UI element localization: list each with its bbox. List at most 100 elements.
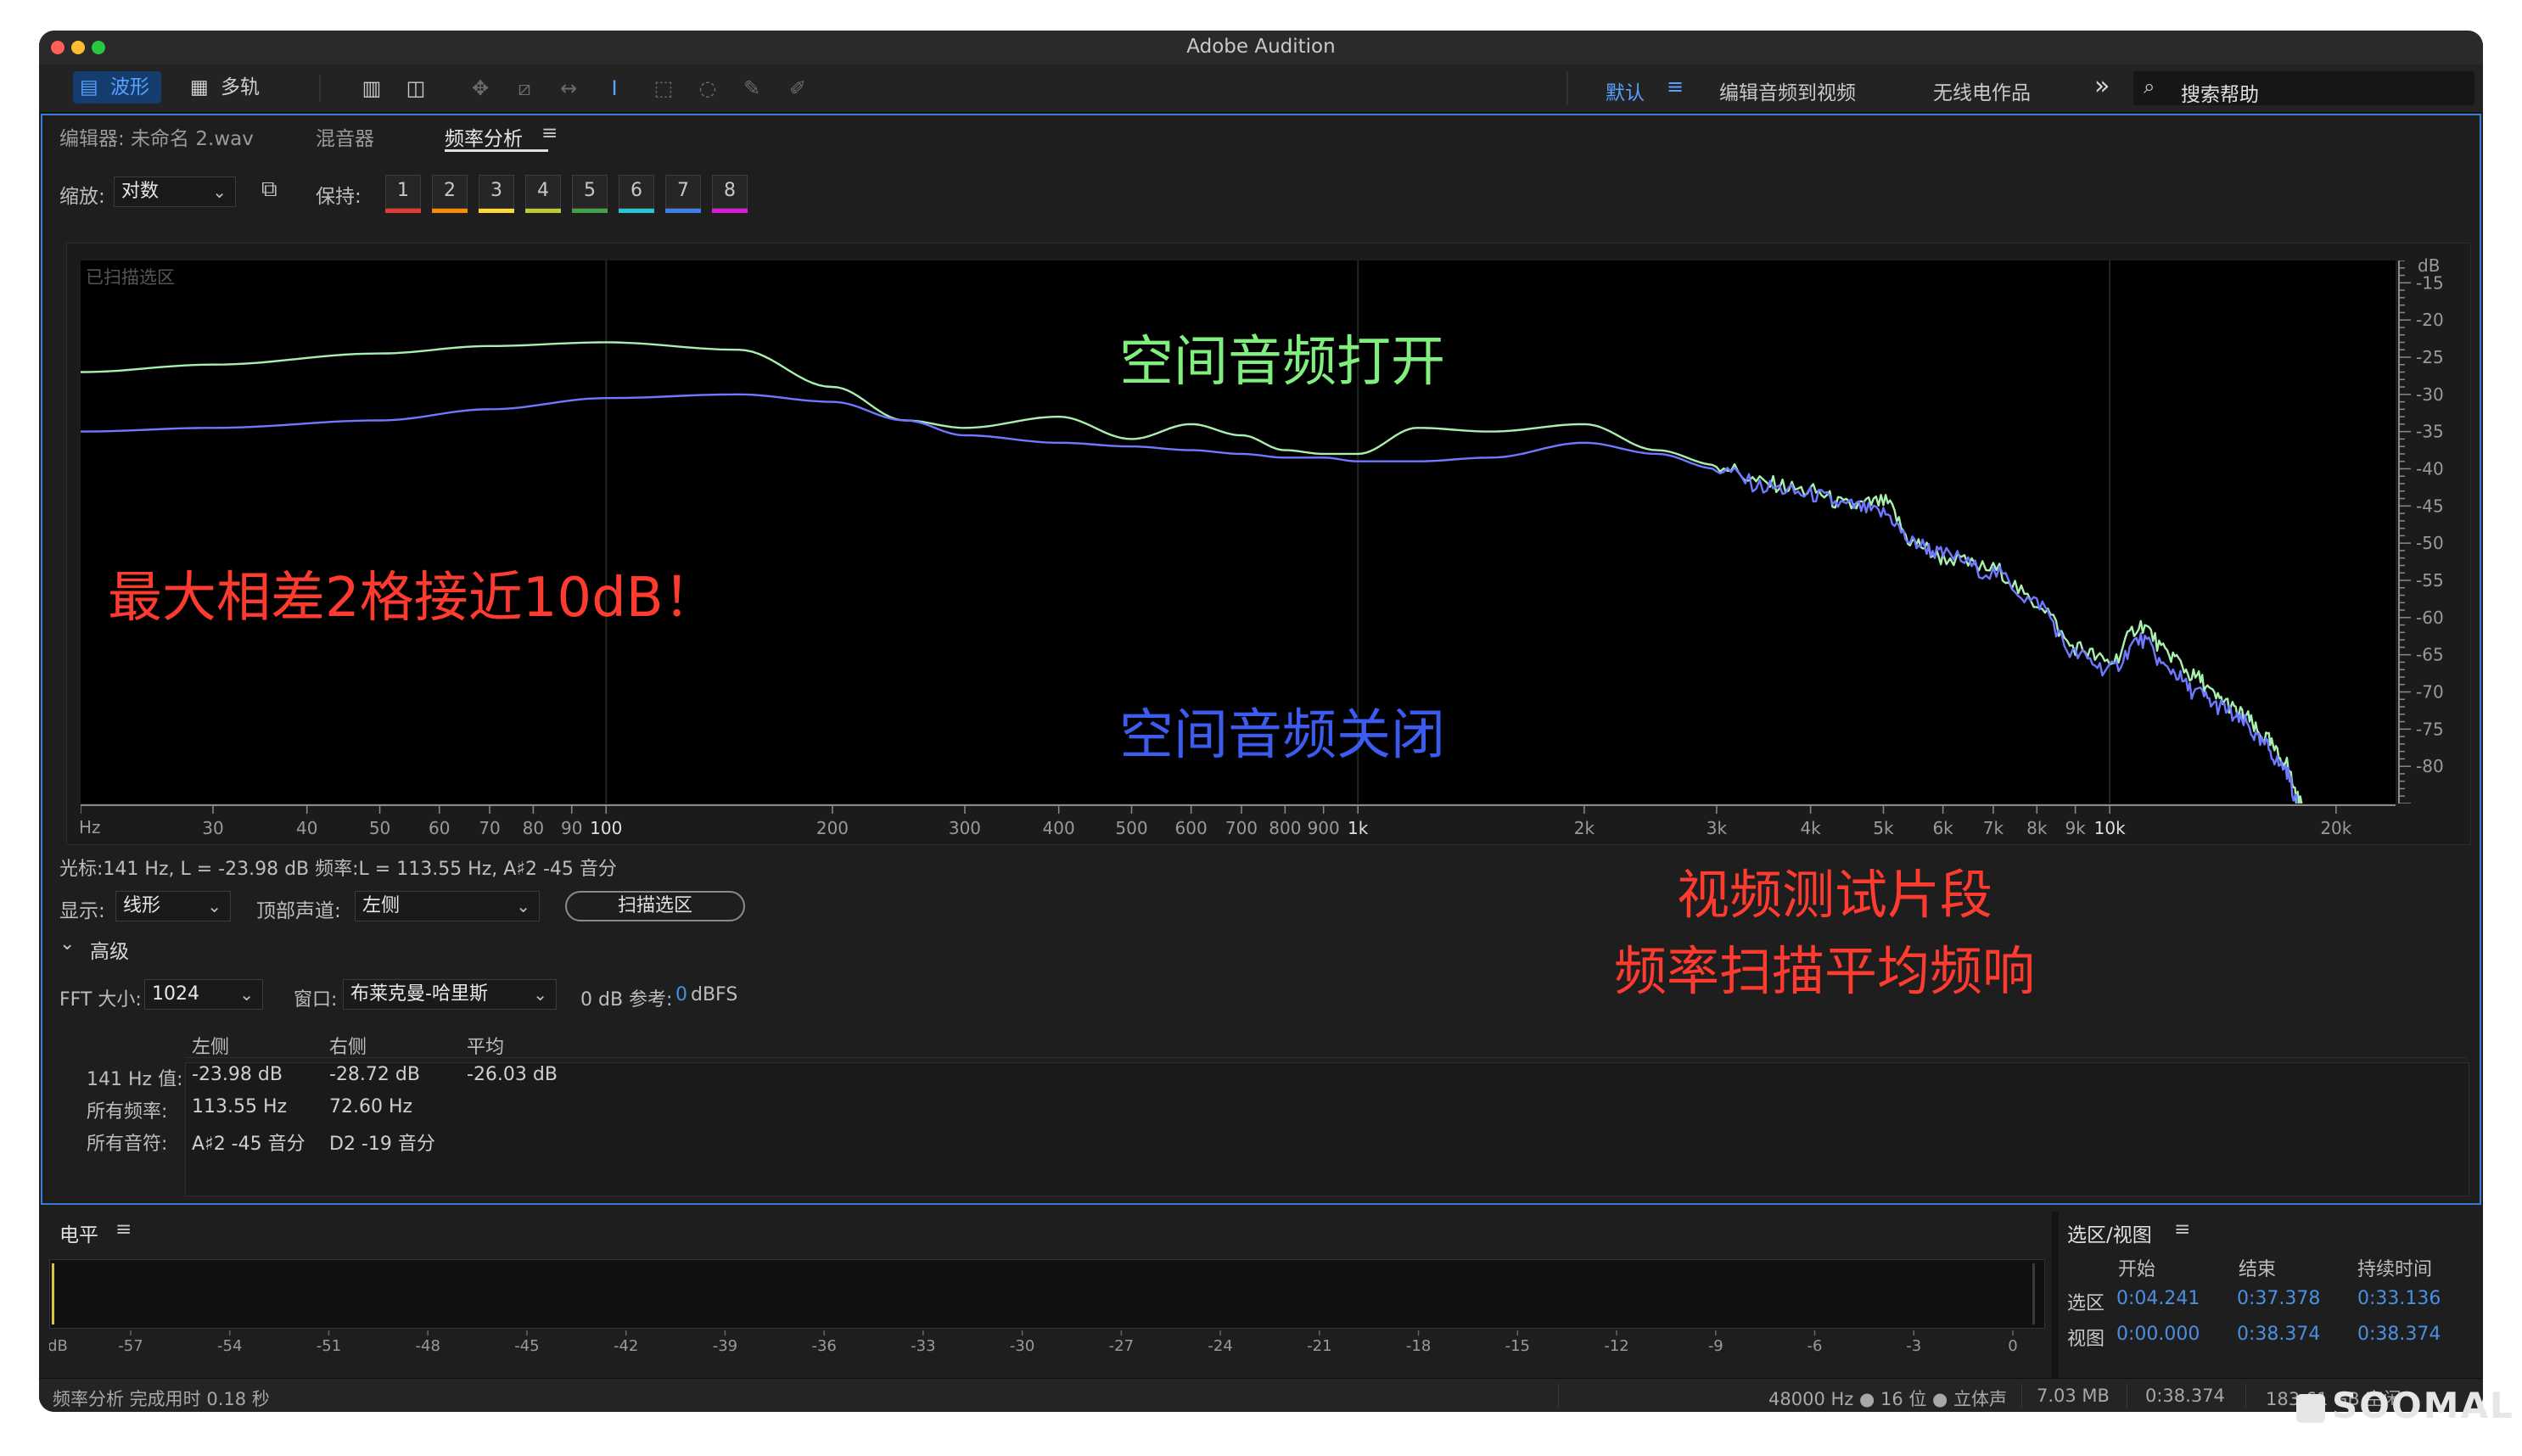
multitrack-view-button[interactable]: ▦ 多轨 xyxy=(183,71,277,104)
selection-time-value[interactable]: 0:00.000 xyxy=(2116,1324,2200,1345)
fft-size-dropdown[interactable]: 1024 ⌄ xyxy=(144,979,263,1010)
frequency-tick-label: 3k xyxy=(1707,818,1728,838)
frequency-tick-label: 30 xyxy=(202,818,223,838)
search-help-input[interactable]: ⌕ 搜索帮助 xyxy=(2133,71,2474,106)
table-header-left: 左侧 xyxy=(192,1037,230,1058)
workspace-menu-icon[interactable]: ≡ xyxy=(1667,75,1684,98)
lasso-tool-icon[interactable]: ◌ xyxy=(696,76,720,100)
selection-time-value[interactable]: 0:33.136 xyxy=(2357,1288,2441,1309)
hold-button-6[interactable]: 6 xyxy=(619,175,654,213)
window-dropdown[interactable]: 布莱克曼-哈里斯 ⌄ xyxy=(343,979,557,1010)
hold-button-4[interactable]: 4 xyxy=(525,175,561,213)
multitrack-label: 多轨 xyxy=(221,76,260,98)
tab-mixer[interactable]: 混音器 xyxy=(316,122,374,151)
frequency-tick-label: 6k xyxy=(1932,818,1953,838)
toolbar-divider xyxy=(1566,71,1568,105)
hold-button-5[interactable]: 5 xyxy=(572,175,608,213)
top-channel-dropdown[interactable]: 左侧 ⌄ xyxy=(355,891,540,921)
window-title: Adobe Audition xyxy=(1186,36,1336,58)
level-scale-svg: dB -57 -54 -51 -48 -45 -42 -39 -36 -33 -30 -27 -24 -2… xyxy=(49,1330,2018,1355)
hold-color-bar xyxy=(432,209,468,213)
selection-view-menu-icon[interactable]: ≡ xyxy=(2174,1218,2190,1240)
level-scale-label: -3 xyxy=(1906,1337,1921,1355)
display-value: 线形 xyxy=(123,895,161,916)
hold-button-1[interactable]: 1 xyxy=(385,175,421,213)
status-message: 频率分析 完成用时 0.18 秒 xyxy=(53,1389,270,1409)
tab-editor[interactable]: 编辑器: 未命名 2.wav xyxy=(59,122,254,151)
spot-healing-tool-icon[interactable]: ✐ xyxy=(786,76,810,100)
workspace-default[interactable]: 默认 xyxy=(1606,76,1645,105)
frequency-tick-label: 7k xyxy=(1983,818,2004,838)
cursor-readout: 光标:141 Hz, L = -23.98 dB 频率:L = 113.55 H… xyxy=(59,859,617,880)
db-reference-unit: dBFS xyxy=(691,984,738,1005)
panel-menu-icon[interactable]: ≡ xyxy=(541,122,558,144)
hold-color-bar xyxy=(385,209,421,213)
levels-menu-icon[interactable]: ≡ xyxy=(115,1218,132,1240)
razor-tool-icon[interactable]: ⧄ xyxy=(513,76,536,100)
hold-button-2[interactable]: 2 xyxy=(432,175,468,213)
window-value: 布莱克曼-哈里斯 xyxy=(350,983,488,1005)
display-label: 显示: xyxy=(59,900,105,922)
selection-col-start: 开始 xyxy=(2118,1259,2156,1280)
level-scale-label: -36 xyxy=(811,1337,836,1355)
zoom-label: 缩放: xyxy=(59,186,105,208)
frequency-tick-label: 1k xyxy=(1348,818,1369,838)
level-scale-label: -24 xyxy=(1208,1337,1232,1355)
db-reference-value[interactable]: 0 xyxy=(675,984,687,1005)
chevron-down-icon: ⌄ xyxy=(516,896,530,916)
table-row-label: 141 Hz 值: xyxy=(87,1069,183,1090)
db-tick-label: -20 xyxy=(2416,310,2444,330)
db-tick-label: -35 xyxy=(2416,422,2444,442)
table-cell: D2 -19 音分 xyxy=(329,1134,435,1155)
chevron-down-icon[interactable]: ⌄ xyxy=(59,933,75,955)
bottom-panels: 电平 ≡ dB -57 -54 -51 -48 -45 -42 -39 -36 -33 -30 -27… xyxy=(39,1212,2483,1378)
tab-frequency-analysis[interactable]: 频率分析 xyxy=(445,122,523,151)
selection-time-value[interactable]: 0:38.374 xyxy=(2237,1324,2320,1345)
time-selection-tool-icon[interactable]: I xyxy=(602,76,626,100)
display-dropdown[interactable]: 线形 ⌄ xyxy=(115,891,231,921)
brush-tool-icon[interactable]: ✎ xyxy=(740,76,764,100)
selection-time-value[interactable]: 0:37.378 xyxy=(2237,1288,2320,1309)
multitrack-icon: ▦ xyxy=(190,76,209,98)
soomal-logo-icon xyxy=(2296,1393,2325,1423)
annotation-spatial-on: 空间音频打开 xyxy=(1119,331,1445,394)
db-tick-label: -25 xyxy=(2416,347,2444,367)
spectral-frequency-icon[interactable]: ▥ xyxy=(360,76,384,100)
table-cell: 113.55 Hz xyxy=(192,1096,288,1117)
level-scale-label: -57 xyxy=(118,1337,143,1355)
advanced-section-title[interactable]: 高级 xyxy=(90,935,129,964)
selection-time-value[interactable]: 0:38.374 xyxy=(2357,1324,2441,1345)
db-tick-label: -30 xyxy=(2416,384,2444,405)
slip-tool-icon[interactable]: ↔ xyxy=(557,76,580,100)
fft-size-label: FFT 大小: xyxy=(59,989,142,1011)
hold-color-bar xyxy=(479,209,514,213)
more-workspaces-button[interactable]: » xyxy=(2094,71,2110,101)
db-unit-label: dB xyxy=(2418,255,2441,276)
spectral-pitch-icon[interactable]: ◫ xyxy=(404,76,428,100)
selection-time-value[interactable]: 0:04.241 xyxy=(2116,1288,2200,1309)
panel-divider xyxy=(2052,1212,2059,1378)
box-select-icon[interactable]: ⧉ xyxy=(261,176,277,203)
level-scale-label: -27 xyxy=(1109,1337,1134,1355)
marquee-tool-icon[interactable]: ⬚ xyxy=(652,76,675,100)
active-tab-underline xyxy=(445,149,548,152)
watermark-text: SOOMAL xyxy=(2332,1385,2514,1426)
workspace-radio-production[interactable]: 无线电作品 xyxy=(1933,76,2031,105)
hold-button-3[interactable]: 3 xyxy=(479,175,514,213)
selection-row-label: 选区 xyxy=(2067,1293,2105,1314)
hold-button-8[interactable]: 8 xyxy=(712,175,748,213)
waveform-view-button[interactable]: ▤ 波形 xyxy=(73,71,161,104)
level-scale-label: -33 xyxy=(911,1337,935,1355)
hold-button-7[interactable]: 7 xyxy=(665,175,701,213)
table-cell: A♯2 -45 音分 xyxy=(192,1134,305,1155)
main-toolbar: ▤ 波形 ▦ 多轨 ▥ ◫ ✥ ⧄ ↔ I ⬚ ◌ ✎ ✐ 默认 ≡ 编辑音频到… xyxy=(39,64,2483,113)
zoom-dropdown[interactable]: 对数 ⌄ xyxy=(114,176,236,207)
frequency-axis: 30 40 50 60 70 80 90 100 200 300 400 500 600 700 800 90… xyxy=(79,804,2396,843)
db-tick-label: -65 xyxy=(2416,645,2444,665)
workspace-edit-audio-to-video[interactable]: 编辑音频到视频 xyxy=(1719,76,1856,105)
level-scale-label: -30 xyxy=(1010,1337,1034,1355)
move-tool-icon[interactable]: ✥ xyxy=(468,76,492,100)
scan-selection-button[interactable]: 扫描选区 xyxy=(565,891,745,921)
toolbar-divider xyxy=(319,75,321,102)
annotation-spatial-off: 空间音频关闭 xyxy=(1119,704,1445,767)
